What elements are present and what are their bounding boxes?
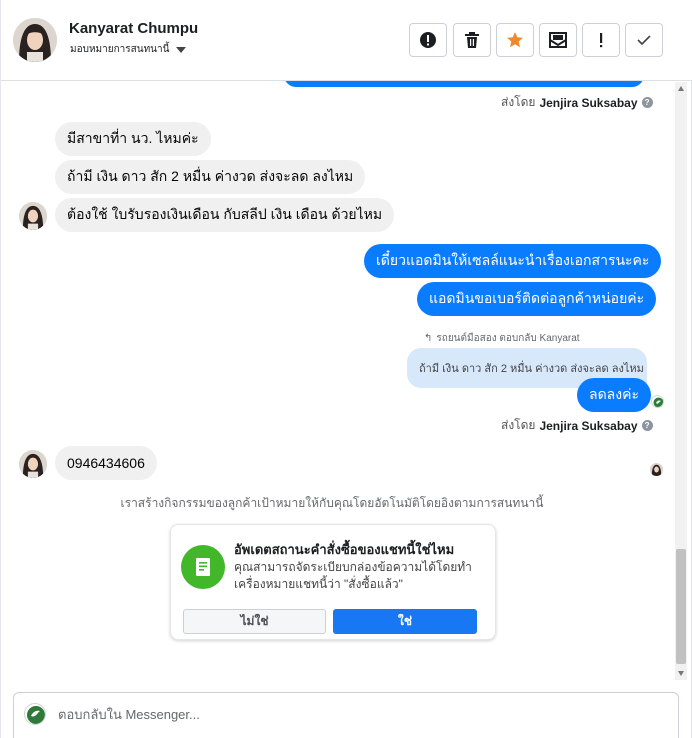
exclamation-icon [600,33,603,48]
delete-button[interactable] [453,23,491,57]
reply-label: รถยนต์มือสอง ตอบกลับ Kanyarat [436,333,580,344]
sent-by-name: Jenjira Suksabay [539,418,638,433]
report-spam-button[interactable] [409,23,447,57]
trash-icon [465,32,479,48]
scroll-down-icon[interactable] [678,671,684,676]
page-avatar-seen-icon [651,395,664,408]
scrollbar-thumb[interactable] [676,549,686,664]
sent-by-prefix: ส่งโดย [501,418,536,432]
page-avatar [24,703,46,725]
follow-up-button[interactable] [582,23,620,57]
mark-done-button[interactable] [625,23,663,57]
order-status-card: อัพเดตสถานะคำสั่งซื้อของแชทนี้ใช่ไหม คุณ… [170,524,496,640]
reply-input[interactable] [58,707,558,722]
check-icon [637,35,651,46]
yes-button[interactable]: ใช่ [333,609,477,634]
scrollbar[interactable] [675,82,687,680]
automation-notice: เราสร้างกิจกรรมของลูกค้าเป้าหมายให้กับคุ… [120,496,544,510]
scroll-up-icon[interactable] [678,86,684,91]
incoming-message-bubble[interactable]: ต้องใช้ ใบรับรองเงินเดือน กับสลีป เงิน เ… [55,198,395,232]
outgoing-message-bubble[interactable] [284,81,644,87]
messenger-inbox-thread: Kanyarat Chumpu มอบหมายการสนทนานี้ ส่งโด… [0,0,692,738]
incoming-message-bubble[interactable]: มีสาขาที่า นว. ไหมค่ะ [55,122,211,156]
message-list[interactable]: ส่งโดย Jenjira Suksabay ? มีสาขาที่า นว.… [1,81,692,680]
order-card-description: คุณสามารถจัดระเบียบกล่องข้อความได้โดยทำเ… [234,560,472,591]
no-button[interactable]: ไม่ใช่ [183,609,326,634]
incoming-message-bubble[interactable]: 0946434606 [55,446,157,480]
outgoing-message-bubble[interactable]: แอดมินขอเบอร์ติดต่อลูกค้าหน่อยค่ะ [417,282,657,316]
order-card-title: อัพเดตสถานะคำสั่งซื้อของแชทนี้ใช่ไหม [234,542,455,557]
envelope-icon [549,32,567,48]
star-button[interactable] [496,23,534,57]
assign-conversation-dropdown[interactable]: มอบหมายการสนทนานี้ [70,42,187,57]
help-icon[interactable]: ? [641,420,653,431]
sent-by-prefix: ส่งโดย [501,95,536,109]
outgoing-message-bubble[interactable]: ลดลงค่ะ [577,378,651,412]
reply-context: ↰ รถยนต์มือสอง ตอบกลับ Kanyarat [424,331,580,346]
reply-composer [13,692,679,738]
contact-avatar-small [19,202,47,230]
outgoing-message-bubble[interactable]: เดี๋ยวแอดมินให้เซลล์แนะนำเรื่องเอกสารนะค… [364,244,662,278]
contact-avatar[interactable] [13,18,57,62]
sent-by-name: Jenjira Suksabay [539,95,638,110]
help-icon[interactable]: ? [641,97,653,108]
contact-name[interactable]: Kanyarat Chumpu [69,20,198,37]
mark-unread-button[interactable] [539,23,577,57]
thread-header: Kanyarat Chumpu มอบหมายการสนทนานี้ [1,0,692,81]
caret-down-icon [176,46,187,53]
star-icon [507,32,523,48]
receipt-icon [181,545,225,589]
assign-label: มอบหมายการสนทนานี้ [70,44,170,55]
reply-arrow-icon: ↰ [424,333,433,344]
incoming-message-bubble[interactable]: ถ้ามี เงิน ดาว สัก 2 หมื่น ค่างวด ส่งจะล… [55,160,366,194]
alert-circle-icon [420,32,436,48]
sent-by-label: ส่งโดย Jenjira Suksabay ? [501,416,653,435]
contact-avatar-small [19,450,47,478]
sent-by-label: ส่งโดย Jenjira Suksabay ? [501,93,653,112]
contact-seen-avatar [650,463,663,476]
